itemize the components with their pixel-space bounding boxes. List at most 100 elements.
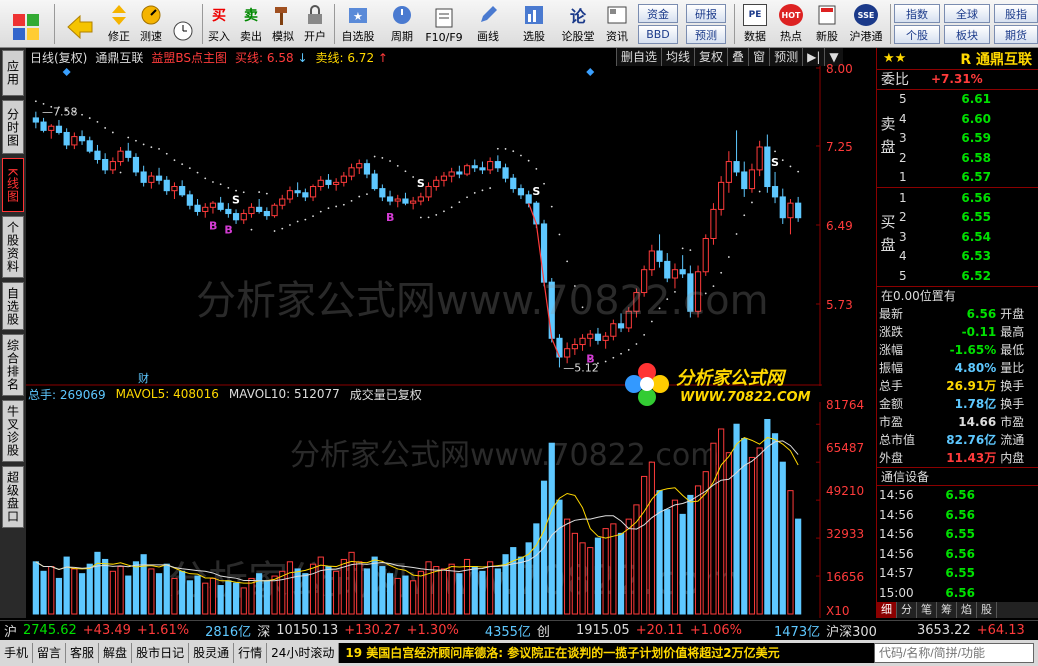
index-button[interactable]: 指数 [894, 4, 940, 23]
clock-button[interactable] [168, 2, 198, 46]
sell-level-row[interactable]: 3 6.59 [899, 129, 1038, 149]
buy-level-row[interactable]: 4 6.53 [899, 247, 1038, 267]
stocks-button[interactable]: 个股 [894, 25, 940, 44]
hs300-label[interactable]: 沪深300 [826, 621, 877, 640]
fix-button[interactable]: 修正 [104, 2, 134, 46]
volume-bar [232, 582, 240, 615]
volume-bar [171, 577, 178, 615]
rolling-news-link[interactable]: 24小时滚动 [267, 643, 340, 663]
sell-level-row[interactable]: 5 6.61 [899, 90, 1038, 110]
f10-button[interactable]: F10/F9 [424, 2, 464, 46]
support-link[interactable]: 客服 [66, 643, 100, 663]
window-button[interactable]: 窗 [748, 48, 770, 66]
candlestick-chart[interactable]: SSSSB BBB—7.58—5.12财 [26, 66, 822, 386]
diary-link[interactable]: 股市日记 [132, 643, 190, 663]
research-button[interactable]: 研报 [686, 4, 726, 23]
panel-tab[interactable]: 分 [897, 602, 917, 618]
forum-button[interactable]: 论 论股堂 [558, 2, 598, 46]
ipo-button[interactable]: 新股 [810, 2, 844, 46]
panel-tab[interactable]: 股 [977, 602, 997, 618]
sz-index-label[interactable]: 深 [257, 621, 270, 640]
quote-value: 11.43万 [946, 451, 997, 465]
hk-connect-button[interactable]: SSE 沪港通 [846, 2, 886, 46]
overlay-button[interactable]: 叠 [727, 48, 749, 66]
volume-bar [179, 570, 186, 615]
quote-label-right: 开盘 [1000, 307, 1025, 321]
funds-button[interactable]: 资金 [638, 4, 678, 23]
volume-chart[interactable] [26, 402, 822, 618]
bs-line-dot [627, 349, 630, 351]
volume-bar [433, 566, 440, 615]
tab-kline[interactable]: K线图 [2, 158, 24, 212]
panel-tab[interactable]: 焰 [957, 602, 977, 618]
tab-diagnosis[interactable]: 牛叉诊股 [2, 400, 24, 462]
predict-button[interactable]: 预测 [769, 48, 803, 66]
quote-panel: ★★ R 通鼎互联 委比 +7.31% 卖盘 5 6.61 4 6.60 3 6.59 2 6… [876, 48, 1038, 618]
tab-ranking[interactable]: 综合排名 [2, 334, 24, 396]
guling-link[interactable]: 股灵通 [189, 643, 235, 663]
bs-line-dot [512, 150, 515, 153]
quote-label-right: 换手 [1000, 397, 1025, 411]
home-button[interactable] [6, 2, 46, 46]
bs-line-dot [789, 165, 792, 168]
draw-button[interactable]: 画线 [468, 2, 508, 46]
news-ticker[interactable]: 19 美国白宫经济顾问库德洛: 参议院正在谈判的一揽子计划价值将超过2万亿美元 [339, 643, 874, 663]
panel-tab[interactable]: 笔 [917, 602, 937, 618]
futures-button[interactable]: 期货 [994, 25, 1038, 44]
period-button[interactable]: 周期 [382, 2, 422, 46]
forecast-button[interactable]: 预测 [686, 25, 726, 44]
data-button[interactable]: PE 数据 [738, 2, 772, 46]
hot-button[interactable]: HOT 热点 [774, 2, 808, 46]
tab-stock-profile[interactable]: 个股资料 [2, 216, 24, 278]
panel-tab[interactable]: 细 [877, 602, 897, 618]
quote-label-right: 量比 [1000, 361, 1025, 375]
back-button[interactable] [62, 2, 98, 46]
candle-body [340, 175, 347, 183]
mobile-link[interactable]: 手机 [0, 643, 34, 663]
message-link[interactable]: 留言 [33, 643, 67, 663]
volume-bar [410, 580, 417, 615]
tab-apps[interactable]: 应用 [2, 50, 24, 96]
buy-level-row[interactable]: 1 6.56 [899, 188, 1038, 208]
adjust-button[interactable]: 复权 [694, 48, 728, 66]
step-forward-icon[interactable]: ▶| [802, 48, 825, 66]
news-button[interactable]: 资讯 [600, 2, 634, 46]
sell-level-row[interactable]: 2 6.58 [899, 148, 1038, 168]
chart-button-group: 删自选 均线 复权 叠 窗 预测 ▶| ▼ [616, 48, 843, 66]
industry-label[interactable]: 通信设备 [877, 468, 1038, 486]
level-number: 4 [899, 249, 907, 264]
buy-level-row[interactable]: 5 6.52 [899, 266, 1038, 286]
open-account-button[interactable]: 开户 [300, 2, 330, 46]
candle-body [702, 238, 709, 273]
remove-watchlist-button[interactable]: 删自选 [616, 48, 662, 66]
candle-body [671, 269, 679, 279]
sector-button[interactable]: 板块 [944, 25, 990, 44]
buy-button[interactable]: 买 买入 [204, 2, 234, 46]
tab-intraday[interactable]: 分时图 [2, 100, 24, 154]
analysis-link[interactable]: 解盘 [99, 643, 133, 663]
quotes-link[interactable]: 行情 [234, 643, 268, 663]
volume-bar [479, 570, 486, 615]
simulate-button[interactable]: 模拟 [268, 2, 298, 46]
bbd-button[interactable]: BBD [638, 25, 678, 44]
sh-index-label[interactable]: 沪 [4, 621, 17, 640]
buy-level-row[interactable]: 3 6.54 [899, 227, 1038, 247]
tab-super-book[interactable]: 超级盘口 [2, 466, 24, 528]
watchlist-button[interactable]: ★ 自选股 [336, 2, 380, 46]
level-number: 3 [899, 131, 907, 146]
speedtest-button[interactable]: 测速 [136, 2, 166, 46]
buy-level-row[interactable]: 2 6.55 [899, 208, 1038, 228]
indicator-name[interactable]: 益盟BS点主图 [151, 49, 227, 66]
ma-button[interactable]: 均线 [661, 48, 695, 66]
sell-level-row[interactable]: 4 6.60 [899, 109, 1038, 129]
stock-pick-button[interactable]: 选股 [512, 2, 556, 46]
sell-button[interactable]: 卖 卖出 [236, 2, 266, 46]
sell-level-row[interactable]: 1 6.57 [899, 168, 1038, 188]
global-button[interactable]: 全球 [944, 4, 990, 23]
cy-index-label[interactable]: 创 [537, 621, 550, 640]
search-input[interactable] [874, 643, 1034, 663]
stock-index-button[interactable]: 股指 [994, 4, 1038, 23]
tab-watchlist[interactable]: 自选股 [2, 282, 24, 330]
high-price-label: —7.58 [42, 106, 78, 119]
panel-tab[interactable]: 筹 [937, 602, 957, 618]
